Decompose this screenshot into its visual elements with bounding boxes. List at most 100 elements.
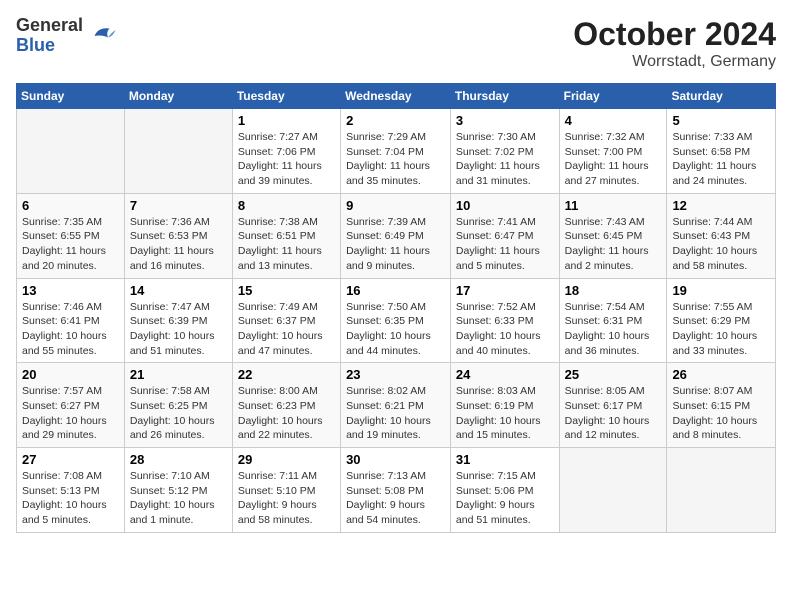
day-info: Sunrise: 7:11 AMSunset: 5:10 PMDaylight:… [238,469,335,528]
day-info: Sunrise: 7:35 AMSunset: 6:55 PMDaylight:… [22,215,119,274]
calendar-header-monday: Monday [124,84,232,109]
calendar-day-cell: 29Sunrise: 7:11 AMSunset: 5:10 PMDayligh… [232,448,340,533]
logo-bird-icon [87,21,117,51]
calendar-day-cell: 24Sunrise: 8:03 AMSunset: 6:19 PMDayligh… [450,363,559,448]
day-number: 24 [456,367,554,382]
day-info: Sunrise: 7:52 AMSunset: 6:33 PMDaylight:… [456,300,554,359]
day-number: 14 [130,283,227,298]
day-info: Sunrise: 7:57 AMSunset: 6:27 PMDaylight:… [22,384,119,443]
day-info: Sunrise: 7:50 AMSunset: 6:35 PMDaylight:… [346,300,445,359]
calendar-week-row: 1 Sunrise: 7:27 AMSunset: 7:06 PMDaylight… [17,109,776,194]
calendar-day-cell: 28 Sunrise: 7:10 AMSunset: 5:12 PMDayligh… [124,448,232,533]
day-info: Sunrise: 7:30 AMSunset: 7:02 PMDaylight:… [456,130,554,189]
calendar-day-cell: 23 Sunrise: 8:02 AMSunset: 6:21 PMDayligh… [341,363,451,448]
day-info: Sunrise: 7:43 AMSunset: 6:45 PMDaylight:… [565,215,662,274]
calendar-day-cell [559,448,667,533]
calendar-day-cell: 25Sunrise: 8:05 AMSunset: 6:17 PMDayligh… [559,363,667,448]
title-block: October 2024 Worrstadt, Germany [573,16,776,71]
day-number: 16 [346,283,445,298]
day-info: Sunrise: 7:13 AMSunset: 5:08 PMDaylight:… [346,469,445,528]
day-number: 1 [238,113,335,128]
day-info: Sunrise: 7:54 AMSunset: 6:31 PMDaylight:… [565,300,662,359]
calendar-day-cell: 13 Sunrise: 7:46 AMSunset: 6:41 PMDayligh… [17,278,125,363]
calendar-header-row: SundayMondayTuesdayWednesdayThursdayFrid… [17,84,776,109]
calendar-day-cell: 6 Sunrise: 7:35 AMSunset: 6:55 PMDaylight… [17,193,125,278]
day-number: 4 [565,113,662,128]
calendar-header-saturday: Saturday [667,84,776,109]
calendar-day-cell: 9Sunrise: 7:39 AMSunset: 6:49 PMDaylight… [341,193,451,278]
calendar-day-cell: 7 Sunrise: 7:36 AMSunset: 6:53 PMDaylight… [124,193,232,278]
calendar-day-cell: 18 Sunrise: 7:54 AMSunset: 6:31 PMDayligh… [559,278,667,363]
calendar-day-cell: 15 Sunrise: 7:49 AMSunset: 6:37 PMDayligh… [232,278,340,363]
calendar-day-cell: 19 Sunrise: 7:55 AMSunset: 6:29 PMDayligh… [667,278,776,363]
calendar-day-cell: 14 Sunrise: 7:47 AMSunset: 6:39 PMDayligh… [124,278,232,363]
day-number: 19 [672,283,770,298]
calendar-table: SundayMondayTuesdayWednesdayThursdayFrid… [16,83,776,533]
day-info: Sunrise: 7:46 AMSunset: 6:41 PMDaylight:… [22,300,119,359]
calendar-week-row: 20Sunrise: 7:57 AMSunset: 6:27 PMDayligh… [17,363,776,448]
day-info: Sunrise: 7:32 AMSunset: 7:00 PMDaylight:… [565,130,662,189]
day-info: Sunrise: 7:33 AMSunset: 6:58 PMDaylight:… [672,130,770,189]
day-number: 23 [346,367,445,382]
calendar-day-cell: 31 Sunrise: 7:15 AMSunset: 5:06 PMDayligh… [450,448,559,533]
day-info: Sunrise: 7:08 AMSunset: 5:13 PMDaylight:… [22,469,119,528]
day-number: 18 [565,283,662,298]
day-number: 26 [672,367,770,382]
day-info: Sunrise: 7:39 AMSunset: 6:49 PMDaylight:… [346,215,445,274]
day-number: 2 [346,113,445,128]
day-info: Sunrise: 7:15 AMSunset: 5:06 PMDaylight:… [456,469,554,528]
day-number: 21 [130,367,227,382]
page-header: General Blue October 2024 Worrstadt, Ger… [16,16,776,71]
day-number: 5 [672,113,770,128]
calendar-week-row: 6 Sunrise: 7:35 AMSunset: 6:55 PMDaylight… [17,193,776,278]
day-info: Sunrise: 7:36 AMSunset: 6:53 PMDaylight:… [130,215,227,274]
day-info: Sunrise: 7:27 AMSunset: 7:06 PMDaylight:… [238,130,335,189]
calendar-day-cell: 2 Sunrise: 7:29 AMSunset: 7:04 PMDaylight… [341,109,451,194]
calendar-week-row: 27 Sunrise: 7:08 AMSunset: 5:13 PMDayligh… [17,448,776,533]
day-info: Sunrise: 7:55 AMSunset: 6:29 PMDaylight:… [672,300,770,359]
day-number: 11 [565,198,662,213]
day-number: 31 [456,452,554,467]
calendar-day-cell: 12 Sunrise: 7:44 AMSunset: 6:43 PMDayligh… [667,193,776,278]
day-info: Sunrise: 7:10 AMSunset: 5:12 PMDaylight:… [130,469,227,528]
day-info: Sunrise: 7:29 AMSunset: 7:04 PMDaylight:… [346,130,445,189]
day-info: Sunrise: 7:47 AMSunset: 6:39 PMDaylight:… [130,300,227,359]
day-number: 15 [238,283,335,298]
day-number: 28 [130,452,227,467]
calendar-day-cell: 27 Sunrise: 7:08 AMSunset: 5:13 PMDayligh… [17,448,125,533]
calendar-day-cell [667,448,776,533]
logo-text: General Blue [16,16,83,56]
calendar-day-cell: 16 Sunrise: 7:50 AMSunset: 6:35 PMDayligh… [341,278,451,363]
day-info: Sunrise: 7:41 AMSunset: 6:47 PMDaylight:… [456,215,554,274]
day-info: Sunrise: 8:07 AMSunset: 6:15 PMDaylight:… [672,384,770,443]
calendar-day-cell: 21 Sunrise: 7:58 AMSunset: 6:25 PMDayligh… [124,363,232,448]
day-number: 25 [565,367,662,382]
day-number: 13 [22,283,119,298]
calendar-day-cell: 4 Sunrise: 7:32 AMSunset: 7:00 PMDaylight… [559,109,667,194]
day-info: Sunrise: 8:02 AMSunset: 6:21 PMDaylight:… [346,384,445,443]
day-number: 3 [456,113,554,128]
day-number: 7 [130,198,227,213]
day-number: 30 [346,452,445,467]
day-info: Sunrise: 7:49 AMSunset: 6:37 PMDaylight:… [238,300,335,359]
calendar-header-sunday: Sunday [17,84,125,109]
day-number: 6 [22,198,119,213]
calendar-day-cell: 3 Sunrise: 7:30 AMSunset: 7:02 PMDaylight… [450,109,559,194]
day-info: Sunrise: 7:58 AMSunset: 6:25 PMDaylight:… [130,384,227,443]
day-number: 17 [456,283,554,298]
calendar-day-cell: 20Sunrise: 7:57 AMSunset: 6:27 PMDayligh… [17,363,125,448]
calendar-day-cell: 30 Sunrise: 7:13 AMSunset: 5:08 PMDayligh… [341,448,451,533]
page-subtitle: Worrstadt, Germany [573,53,776,71]
calendar-week-row: 13 Sunrise: 7:46 AMSunset: 6:41 PMDayligh… [17,278,776,363]
day-info: Sunrise: 7:44 AMSunset: 6:43 PMDaylight:… [672,215,770,274]
day-number: 27 [22,452,119,467]
calendar-day-cell: 8Sunrise: 7:38 AMSunset: 6:51 PMDaylight… [232,193,340,278]
day-number: 12 [672,198,770,213]
calendar-header-tuesday: Tuesday [232,84,340,109]
calendar-day-cell: 17 Sunrise: 7:52 AMSunset: 6:33 PMDayligh… [450,278,559,363]
calendar-day-cell: 26 Sunrise: 8:07 AMSunset: 6:15 PMDayligh… [667,363,776,448]
calendar-day-cell [124,109,232,194]
calendar-day-cell: 1 Sunrise: 7:27 AMSunset: 7:06 PMDaylight… [232,109,340,194]
logo-blue: Blue [16,36,83,56]
calendar-day-cell: 22Sunrise: 8:00 AMSunset: 6:23 PMDayligh… [232,363,340,448]
